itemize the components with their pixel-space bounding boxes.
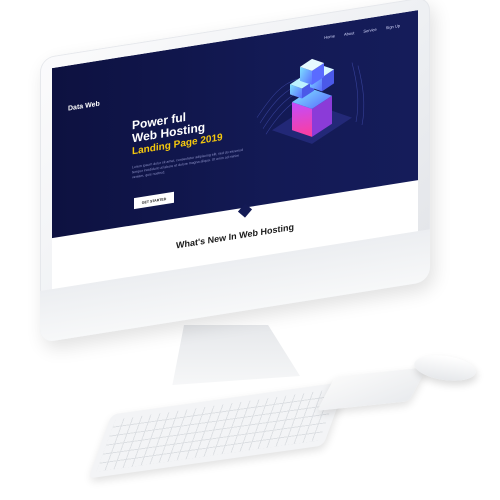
trackpad [316, 367, 428, 411]
keyboard-keys [96, 388, 339, 472]
site-nav: Home About Service Sign Up [324, 23, 400, 40]
imac-monitor: Data Web Home About Service Sign Up Powe… [40, 0, 430, 343]
site-logo[interactable]: Data Web [68, 101, 100, 113]
nav-item-sign-up[interactable]: Sign Up [386, 23, 400, 30]
nav-item-about[interactable]: About [344, 30, 354, 37]
monitor-stand [172, 325, 300, 385]
nav-item-home[interactable]: Home [324, 33, 335, 40]
mouse [412, 351, 478, 385]
scene: Data Web Home About Service Sign Up Powe… [0, 0, 500, 500]
keyboard [88, 381, 347, 479]
hero-title: Power ful Web Hosting Landing Page 2019 [132, 105, 223, 158]
nav-item-service[interactable]: Service [363, 27, 376, 34]
get-started-button[interactable]: GET STARTED [134, 191, 174, 210]
hero-section: Data Web Home About Service Sign Up Powe… [52, 10, 418, 239]
server-stack-icon [256, 58, 365, 144]
